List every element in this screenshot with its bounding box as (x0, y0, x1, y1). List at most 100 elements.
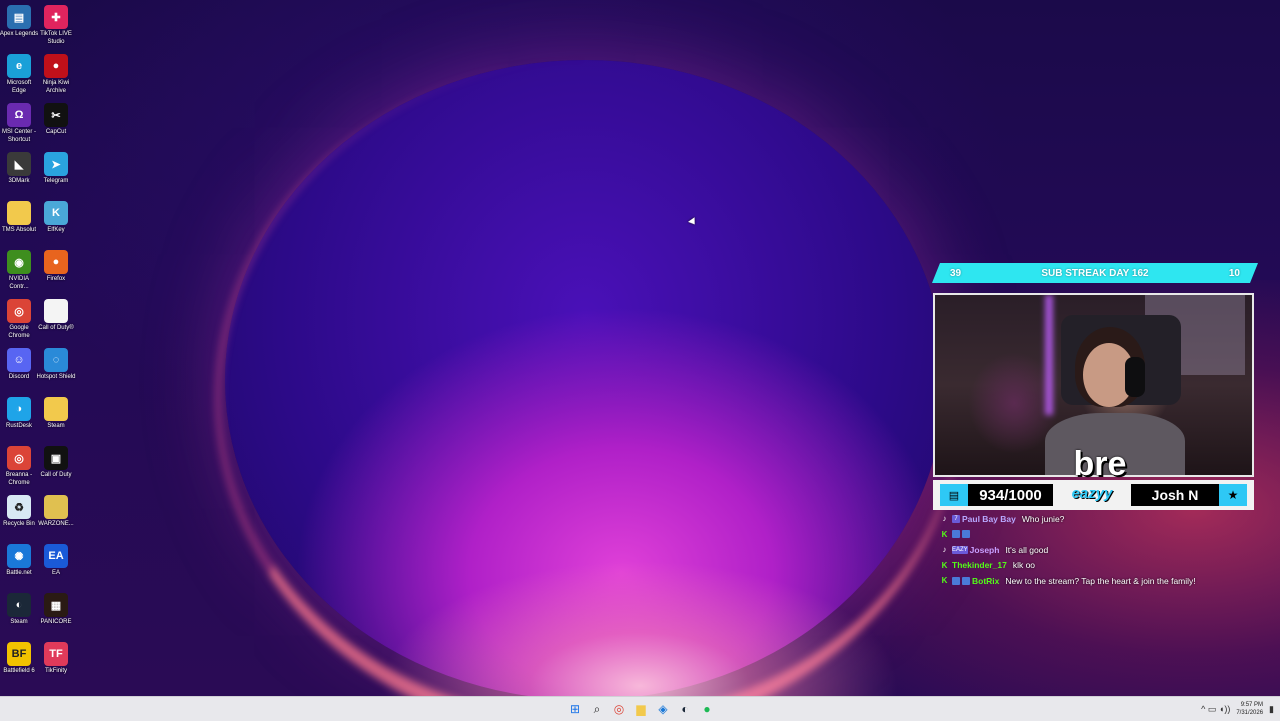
desktop-icon-label: MSI Center - Shortcut (1, 129, 36, 143)
kick-icon: K (941, 560, 948, 570)
recycle-bin-icon: ♻ (7, 495, 31, 519)
streak-title: SUB STREAK DAY 162 (1041, 267, 1149, 279)
desktop-icon[interactable]: ◑ RustDesk (0, 397, 38, 431)
folder-icon (7, 201, 31, 225)
nvidia-icon: ◉ (7, 250, 31, 274)
streak-right-value: 10 (1228, 267, 1240, 279)
chrome-profile-icon: ◎ (7, 446, 31, 470)
desktop-icon-label: Call of Duty (40, 472, 72, 478)
ninja-kiwi-icon: ● (44, 54, 68, 78)
desktop-icon-label: Recycle Bin (3, 521, 35, 527)
desktop-icon[interactable]: ◌ Hotspot Shield (36, 348, 76, 382)
notification-icon[interactable]: ▮ (1269, 704, 1274, 715)
desktop-icon-label: Apex Legends (0, 31, 39, 37)
chat-text: klk oo (1012, 560, 1036, 571)
desktop-icon[interactable]: TF TikFinity (37, 642, 75, 676)
battlefield-icon: BF (7, 642, 31, 666)
telegram-icon: ➤ (44, 152, 68, 176)
clock[interactable]: 9:57 PM 7/31/2026 (1236, 701, 1263, 717)
desktop-icon[interactable]: BF Battlefield 6 (0, 642, 38, 676)
chat-username: Joseph (969, 544, 1000, 555)
desktop-icon-label: WARZONE... (38, 521, 74, 527)
ea-icon: EA (44, 544, 68, 568)
warzone-folder-icon (44, 495, 68, 519)
tray-icons[interactable]: ^ ▭ ◖)) (1201, 704, 1230, 715)
desktop-icon[interactable]: ▦ PANICORE (37, 593, 75, 627)
msi-center-icon: Ω (7, 103, 31, 127)
desktop-icon[interactable]: ◣ 3DMark (0, 152, 38, 186)
cam-headset (1125, 357, 1145, 397)
kick-icon: K (941, 576, 948, 586)
desktop-icon[interactable]: ▤ Apex Legends (0, 5, 38, 39)
desktop-icon[interactable]: ◐ Steam (0, 593, 38, 627)
sub-icon: ▤ (940, 484, 968, 506)
desktop-icon[interactable]: ✚ TikTok LIVE Studio (37, 5, 75, 46)
desktop-icon-label: Firefox (46, 276, 66, 282)
folder-icon (44, 397, 68, 421)
stream-overlay: 39 SUB STREAK DAY 162 10 ▤ 934/1000 Josh… (932, 263, 1258, 593)
desktop-icon[interactable]: ● Ninja Kiwi Archive (37, 54, 75, 95)
chat-badge-icon: EAZY (952, 545, 968, 554)
hotspot-shield-icon: ◌ (44, 348, 68, 372)
kick-icon: K (941, 529, 948, 539)
desktop-icon[interactable]: ✂ CapCut (37, 103, 75, 137)
latest-sub-name: Josh N (1151, 487, 1199, 503)
desktop-icon[interactable]: ◎ Google Chrome (0, 299, 38, 340)
file-icon (44, 299, 68, 323)
rustdesk-icon: ◑ (7, 397, 31, 421)
search-icon[interactable]: ⌕ (586, 697, 608, 721)
desktop-icon-label: Google Chrome (8, 325, 30, 339)
spotify-icon[interactable]: ● (696, 697, 718, 721)
desktop-icon-label: Ninja Kiwi Archive (42, 80, 70, 94)
capcut-icon: ✂ (44, 103, 68, 127)
desktop-icon[interactable]: K ElfKey (37, 201, 75, 235)
chrome-icon: ◎ (7, 299, 31, 323)
desktop-icon[interactable]: Ω MSI Center - Shortcut (0, 103, 38, 144)
chat-text: New to the stream? Tap the heart & join … (1005, 575, 1196, 586)
desktop-icon-label: Call of Duty® (38, 325, 74, 331)
desktop-icon[interactable]: ● Firefox (37, 250, 75, 284)
desktop-icon[interactable]: ♻ Recycle Bin (0, 495, 38, 529)
app-blue-icon[interactable]: ◈ (652, 697, 674, 721)
chat-badge-icon (952, 576, 960, 585)
desktop-icon[interactable]: ➤ Telegram (37, 152, 75, 186)
desktop-icon-label: PANICORE (40, 619, 72, 625)
tikfinity-icon: TF (44, 642, 68, 666)
desktop-icon[interactable]: Call of Duty® (37, 299, 75, 333)
desktop-icon-label: Battlefield 6 (3, 668, 35, 674)
chat-message: K BotRix New to the stream? Tap the heart … (940, 573, 1260, 589)
firefox-icon: ● (44, 250, 68, 274)
desktop-icon[interactable]: ☺ Discord (0, 348, 38, 382)
desktop-icon[interactable]: EA EA (37, 544, 75, 578)
desktop-icon-label: TMS Absolut (1, 227, 36, 233)
desktop-icon-label: Hotspot Shield (36, 374, 76, 380)
desktop-icon[interactable]: TMS Absolut (0, 201, 38, 235)
sub-count: 934/1000 (979, 486, 1042, 504)
desktop-icon[interactable]: WARZONE... (37, 495, 75, 529)
desktop-icon[interactable]: ✺ Battle.net (0, 544, 38, 578)
latest-sub: Josh N ★ (1131, 484, 1247, 506)
desktop-icon-label: EA (51, 570, 60, 576)
streamer-logo-sub: eazyy (1071, 485, 1113, 502)
desktop-icon[interactable]: ▣ Call of Duty (37, 446, 75, 480)
clock-date: 7/31/2026 (1236, 710, 1264, 716)
file-explorer-icon[interactable]: ▆ (630, 697, 652, 721)
desktop-icon[interactable]: e Microsoft Edge (0, 54, 38, 95)
desktop-icon-label: TikFinity (44, 668, 68, 674)
battlenet-icon: ✺ (7, 544, 31, 568)
chrome-icon[interactable]: ◎ (608, 697, 630, 721)
desktop-icon-label: Battle.net (6, 570, 32, 576)
apex-icon: ▤ (7, 5, 31, 29)
taskbar-apps: ⊞ ⌕ ◎ ▆ ◈ ◐ ● (564, 697, 718, 721)
steam-icon[interactable]: ◐ (674, 697, 696, 721)
chat-message: K (940, 527, 1260, 543)
desktop-icon-label: 3DMark (8, 178, 30, 184)
star-icon: ★ (1219, 484, 1247, 506)
chat-badge-icon (952, 530, 960, 539)
windows-start-icon[interactable]: ⊞ (564, 697, 586, 721)
chat-username: BotRix (972, 575, 1000, 586)
desktop-icon[interactable]: Steam (37, 397, 75, 431)
chat-badge-icon: 7 (952, 514, 960, 523)
desktop-icon[interactable]: ◎ Breanna - Chrome (0, 446, 38, 487)
desktop-icon[interactable]: ◉ NVIDIA Contr... (0, 250, 38, 291)
